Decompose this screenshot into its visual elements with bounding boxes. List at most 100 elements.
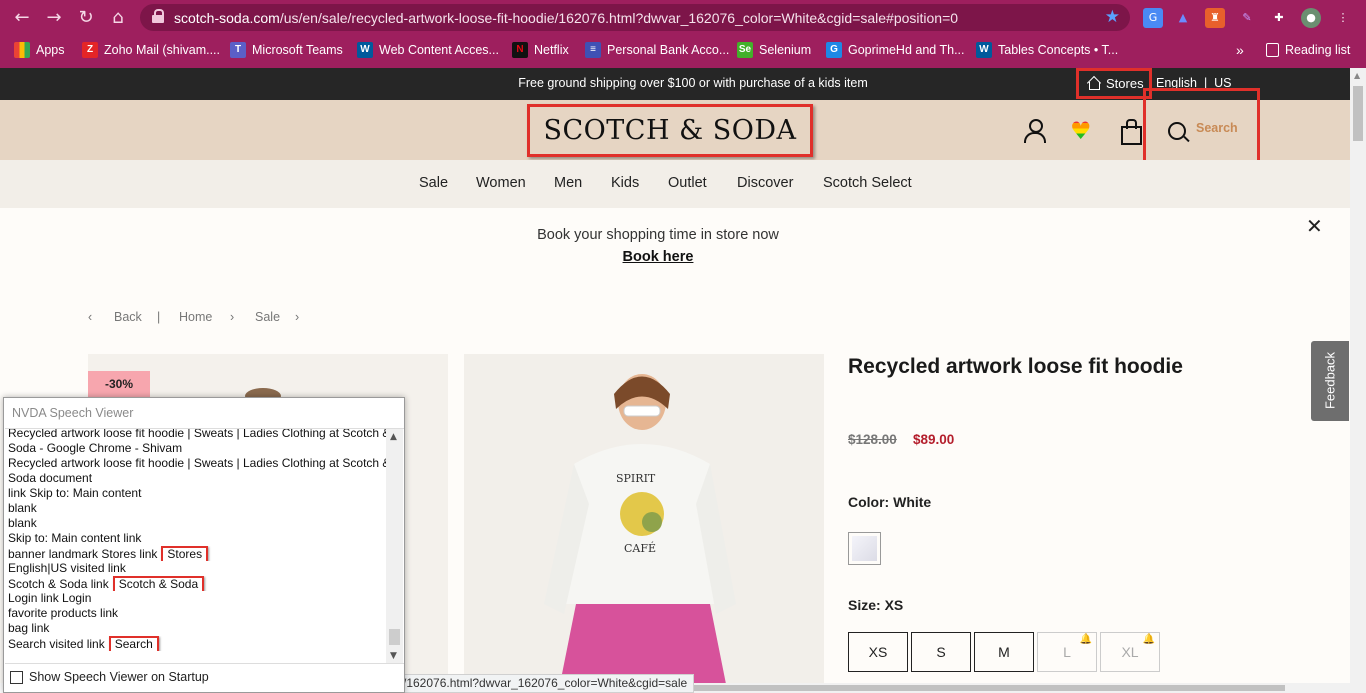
book-here-link[interactable]: Book here xyxy=(0,249,1316,265)
svg-text:CAFÉ: CAFÉ xyxy=(624,541,656,555)
extension-orange-icon[interactable]: ♜ xyxy=(1205,8,1225,28)
back-arrow-icon[interactable]: ← xyxy=(10,6,34,30)
highlighted-announcement: Scotch & Soda xyxy=(112,576,205,591)
product-title: Recycled artwork loose fit hoodie xyxy=(848,355,1183,378)
speech-line: blank xyxy=(8,501,37,515)
search-icon xyxy=(1168,122,1186,140)
extension-pen-icon[interactable]: ✎ xyxy=(1237,8,1257,28)
bookmark-star-icon[interactable]: ★ xyxy=(1105,7,1120,27)
home-icon[interactable]: ⌂ xyxy=(106,6,130,30)
translate-extension-icon[interactable]: G xyxy=(1143,8,1163,28)
speech-line-text: Search visited link xyxy=(8,637,105,651)
breadcrumb-home[interactable]: Home xyxy=(179,310,212,324)
extension-triangle-icon[interactable]: ▲ xyxy=(1173,8,1193,28)
page-vertical-scrollbar[interactable]: ▲ xyxy=(1350,68,1366,693)
bookmark-selenium[interactable]: Se Selenium xyxy=(737,41,811,59)
bookmark-apps[interactable]: Apps xyxy=(14,41,65,59)
speech-line: Soda document xyxy=(8,471,93,485)
booking-message: Book your shopping time in store now xyxy=(537,227,779,243)
favorites-heart-icon[interactable]: ♥ xyxy=(1070,118,1096,144)
nav-sale[interactable]: Sale xyxy=(419,175,448,191)
size-option-label: XS xyxy=(868,644,888,660)
nav-scotch-select[interactable]: Scotch Select xyxy=(823,175,912,191)
account-icon[interactable] xyxy=(1022,118,1048,144)
breadcrumb-back[interactable]: Back xyxy=(114,310,142,324)
shopping-bag-icon[interactable] xyxy=(1118,118,1144,145)
scrollbar-thumb[interactable] xyxy=(389,629,400,645)
search-button[interactable]: Search xyxy=(1143,88,1260,171)
nav-men[interactable]: Men xyxy=(554,175,582,191)
show-on-startup-checkbox[interactable] xyxy=(10,670,23,684)
scroll-down-arrow-icon[interactable]: ▼ xyxy=(390,651,397,661)
size-option-label: M xyxy=(998,644,1010,660)
main-navigation: Sale Women Men Kids Outlet Discover Scot… xyxy=(0,160,1350,208)
logo-link[interactable]: SCOTCH & SODA xyxy=(527,104,813,157)
scroll-up-arrow-icon[interactable]: ▲ xyxy=(390,432,397,442)
nav-discover[interactable]: Discover xyxy=(737,175,793,191)
store-home-icon xyxy=(1087,77,1101,90)
speech-line: Recycled artwork loose fit hoodie | Swea… xyxy=(8,428,386,440)
size-option-unavailable[interactable]: L 🔔 xyxy=(1037,632,1097,672)
size-option-label: L xyxy=(1063,644,1071,660)
speech-line: Soda - Google Chrome - Shivam xyxy=(8,441,183,455)
goprime-icon: G xyxy=(826,42,842,58)
bookmark-goprime[interactable]: G GoprimeHd and Th... xyxy=(826,41,965,59)
startup-option[interactable]: Show Speech Viewer on Startup xyxy=(10,670,209,684)
reload-icon[interactable]: ↻ xyxy=(74,6,98,30)
size-option-unavailable[interactable]: XL 🔔 xyxy=(1100,632,1160,672)
close-icon[interactable]: ✕ xyxy=(1306,214,1323,238)
extensions-puzzle-icon[interactable]: ✚ xyxy=(1269,8,1289,28)
speech-log-scrollbar[interactable]: ▲ ▼ xyxy=(386,429,403,663)
size-option[interactable]: S xyxy=(911,632,971,672)
checkbox-label: Show Speech Viewer on Startup xyxy=(29,670,209,684)
search-label: Search xyxy=(1196,121,1238,135)
size-label: Size: XS xyxy=(848,597,904,613)
bookmark-bank[interactable]: ≡ Personal Bank Acco... xyxy=(585,41,729,59)
color-label: Color: White xyxy=(848,494,932,510)
forward-arrow-icon[interactable]: → xyxy=(42,6,66,30)
list-icon: ≡ xyxy=(585,42,601,58)
speech-line: blank xyxy=(8,516,37,530)
browser-menu-icon[interactable]: ⋮ xyxy=(1333,8,1353,28)
bookmark-teams[interactable]: T Microsoft Teams xyxy=(230,41,343,59)
breadcrumb-sale[interactable]: Sale xyxy=(255,310,280,324)
bookmark-label: Personal Bank Acco... xyxy=(607,43,730,57)
nav-kids[interactable]: Kids xyxy=(611,175,639,191)
size-option[interactable]: XS xyxy=(848,632,908,672)
speech-line: bag link xyxy=(8,621,386,636)
speech-log[interactable]: Recycled artwork loose fit hoodie | Swea… xyxy=(5,428,404,664)
scrollbar-thumb[interactable] xyxy=(685,685,1285,691)
bookmarks-overflow-chevron[interactable]: » xyxy=(1236,41,1244,59)
bookmark-zoho[interactable]: Z Zoho Mail (shivam.... xyxy=(82,41,220,59)
profile-avatar[interactable]: ● xyxy=(1301,8,1321,28)
scroll-up-arrow-icon[interactable]: ▲ xyxy=(1354,71,1360,80)
w3c-icon: W xyxy=(357,42,373,58)
netflix-icon: N xyxy=(512,42,528,58)
speech-line-text: bag link xyxy=(8,621,50,635)
nav-women[interactable]: Women xyxy=(476,175,526,191)
reading-list[interactable]: Reading list xyxy=(1266,41,1350,59)
product-image-2[interactable]: SPIRIT CAFÉ xyxy=(464,354,824,684)
zoho-icon: Z xyxy=(82,42,98,58)
bookmark-label: Microsoft Teams xyxy=(252,43,343,57)
bookmark-netflix[interactable]: N Netflix xyxy=(512,41,569,59)
notify-bell-icon: 🔔 xyxy=(1142,634,1155,645)
speech-line: Recycled artwork loose fit hoodie | Swea… xyxy=(8,456,386,470)
bookmark-w3-web-content[interactable]: W Web Content Acces... xyxy=(357,41,499,59)
size-option[interactable]: M xyxy=(974,632,1034,672)
stores-link[interactable]: Stores xyxy=(1076,68,1152,99)
nvda-speech-viewer-window[interactable]: NVDA Speech Viewer Recycled artwork loos… xyxy=(3,397,405,693)
notify-bell-icon: 🔔 xyxy=(1079,634,1092,645)
address-bar[interactable]: scotch-soda.com/us/en/sale/recycled-artw… xyxy=(140,4,1130,31)
scrollbar-thumb[interactable] xyxy=(1353,86,1363,141)
nav-outlet[interactable]: Outlet xyxy=(668,175,707,191)
logo: SCOTCH & SODA xyxy=(543,115,797,146)
bookmark-label: Apps xyxy=(36,43,65,57)
bookmark-label: Selenium xyxy=(759,43,812,57)
original-price: $128.00 xyxy=(848,432,897,447)
feedback-tab[interactable]: Feedback xyxy=(1311,341,1349,421)
bookmark-tables-concepts[interactable]: W Tables Concepts • T... xyxy=(976,41,1118,59)
browser-toolbar: ← → ↻ ⌂ scotch-soda.com/us/en/sale/recyc… xyxy=(0,0,1366,36)
color-swatch-white[interactable] xyxy=(848,532,881,565)
svg-text:SPIRIT: SPIRIT xyxy=(616,472,656,485)
